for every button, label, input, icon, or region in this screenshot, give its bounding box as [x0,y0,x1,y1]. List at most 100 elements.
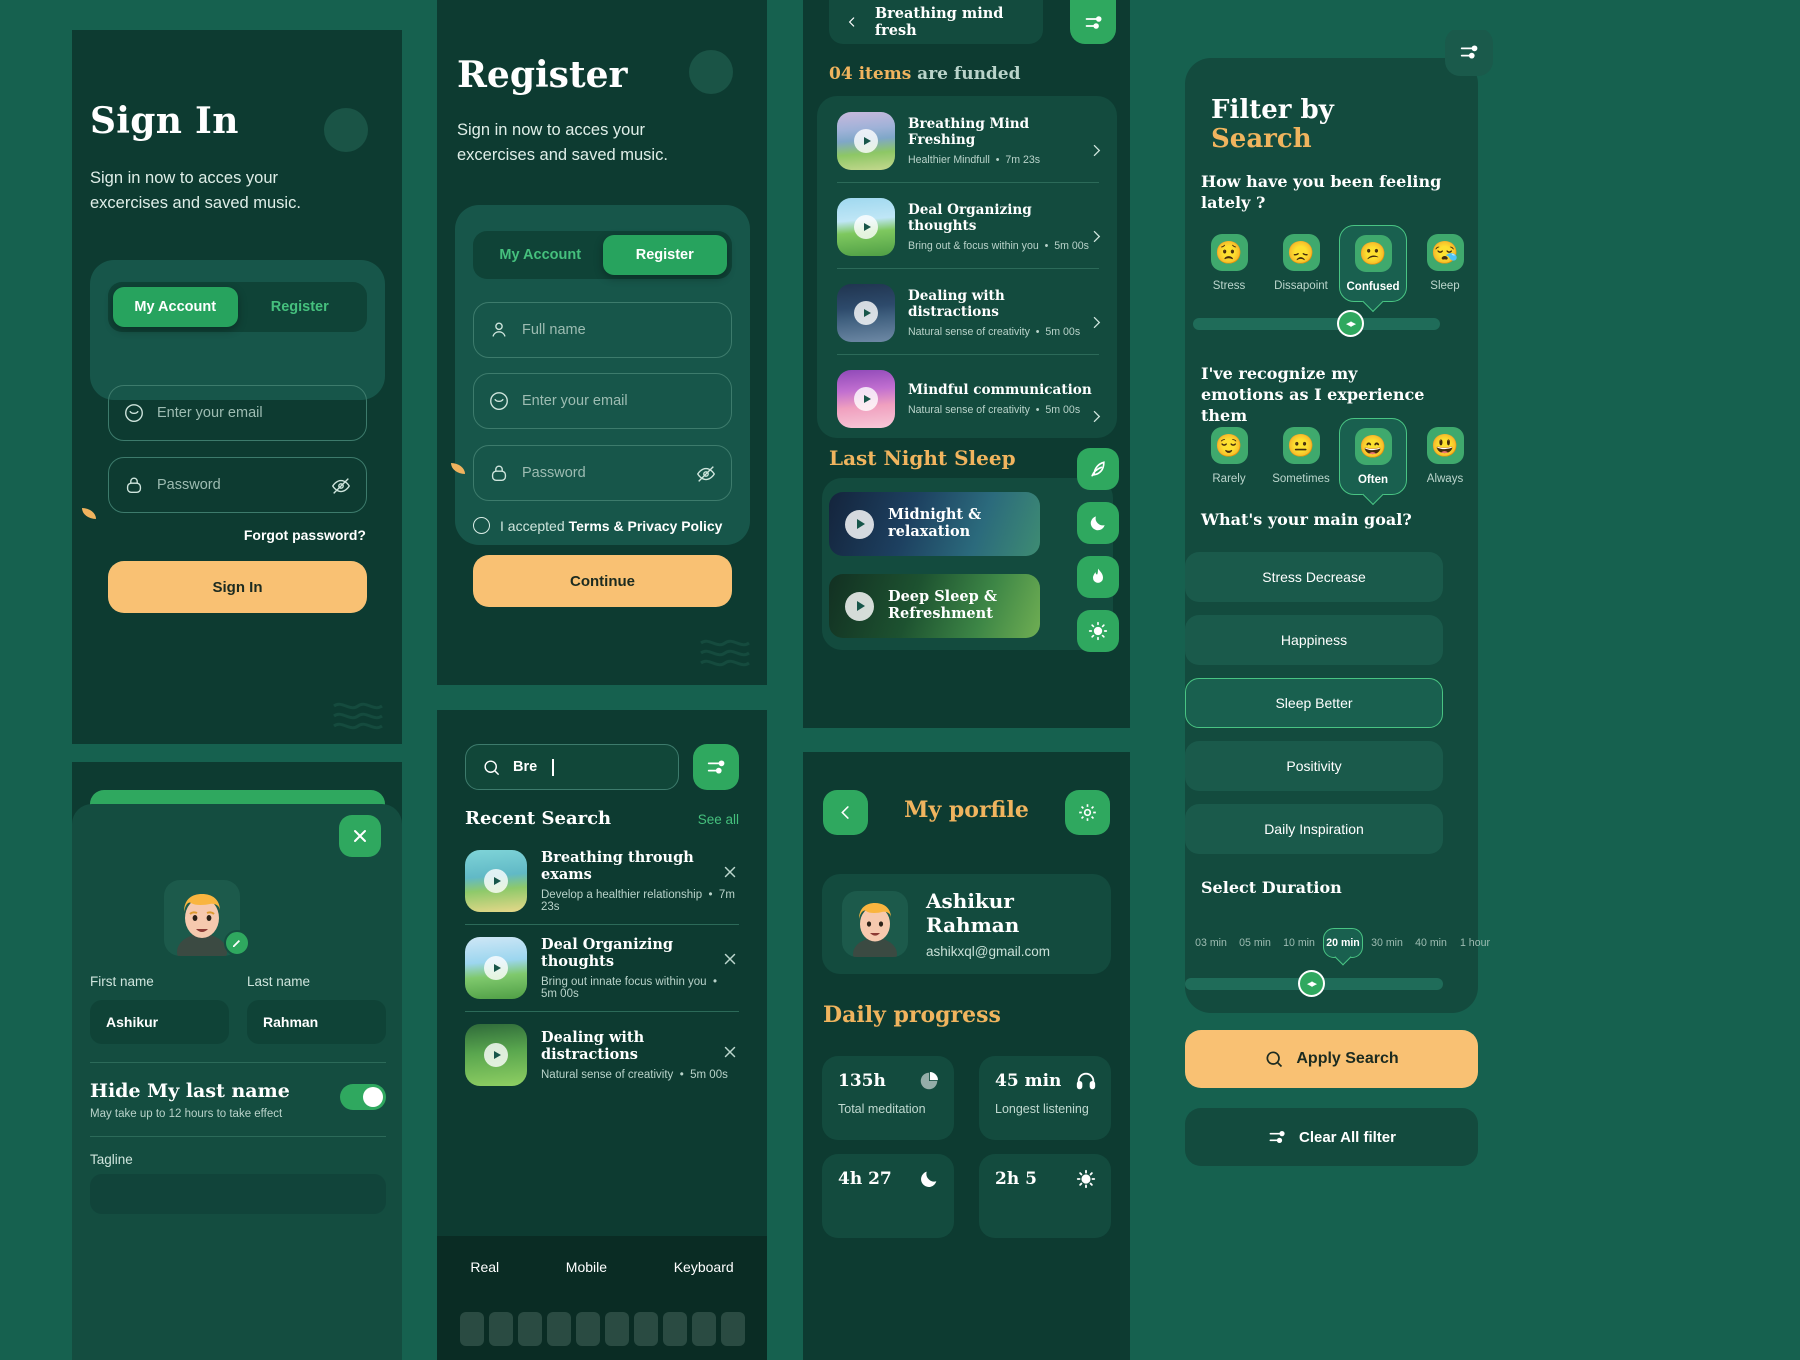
mood-option-stress[interactable]: 😟 Stress [1195,225,1263,302]
terms-link[interactable]: Terms & Privacy Policy [569,518,723,534]
key[interactable] [633,1312,658,1346]
play-icon[interactable] [845,509,874,539]
tab-my-account[interactable]: My Account [478,235,603,275]
suggestion-real[interactable]: Real [470,1259,499,1275]
play-icon[interactable] [854,387,878,411]
stat-card[interactable]: 4h 27 [822,1154,954,1238]
filter-button[interactable] [693,744,739,790]
list-item[interactable]: Deal Organizing thoughts Bring out innat… [465,925,739,1011]
forgot-password-link[interactable]: Forgot password? [244,527,366,543]
hide-lastname-toggle[interactable] [340,1084,386,1110]
leaf-icon[interactable] [1077,448,1119,490]
chevron-right-icon[interactable] [1088,314,1105,331]
fullname-field[interactable]: Full name [473,302,732,358]
list-item[interactable]: Breathing through exams Develop a health… [465,838,739,924]
first-name-input[interactable]: Ashikur [90,1000,229,1044]
tab-my-account[interactable]: My Account [113,287,238,327]
eye-off-icon[interactable] [695,463,717,485]
stat-card[interactable]: 2h 5 [979,1154,1111,1238]
key[interactable] [546,1312,571,1346]
mood-option-sleep[interactable]: 😪 Sleep [1411,225,1479,302]
flame-icon[interactable] [1077,556,1119,598]
search-input[interactable]: Bre [465,744,679,790]
close-icon[interactable] [339,815,381,857]
filter-button[interactable] [1070,0,1116,44]
key[interactable] [691,1312,716,1346]
moon-icon[interactable] [1077,502,1119,544]
key[interactable] [575,1312,600,1346]
tagline-input[interactable] [90,1174,386,1214]
goal-happiness[interactable]: Happiness [1185,615,1443,665]
goal-stress-decrease[interactable]: Stress Decrease [1185,552,1443,602]
key[interactable] [720,1312,745,1346]
duration-40min[interactable]: 40 min [1411,937,1451,949]
remove-icon[interactable] [721,1043,739,1061]
edit-pencil-icon[interactable] [224,930,250,956]
list-item[interactable]: Deal Organizing thoughts Bring out & foc… [837,188,1101,266]
play-icon[interactable] [854,215,878,239]
mood-option-dissapoint[interactable]: 😞 Dissapoint [1267,225,1335,302]
back-bar[interactable]: Breathing mind fresh [829,0,1043,44]
duration-03min[interactable]: 03 min [1191,937,1231,949]
frequency-option-always[interactable]: 😃 Always [1411,418,1479,495]
sliders-button[interactable] [1445,30,1493,76]
key[interactable] [517,1312,542,1346]
frequency-option-sometimes[interactable]: 😐 Sometimes [1267,418,1335,495]
list-item[interactable]: Mindful communication Natural sense of c… [837,360,1101,438]
suggestion-keyboard[interactable]: Keyboard [674,1259,734,1275]
key[interactable] [662,1312,687,1346]
chevron-right-icon[interactable] [1088,408,1105,425]
remove-icon[interactable] [721,950,739,968]
key[interactable] [459,1312,484,1346]
play-icon[interactable] [484,1043,508,1067]
stat-card[interactable]: 135h Total meditation [822,1056,954,1140]
frequency-option-rarely[interactable]: 😌 Rarely [1195,418,1263,495]
terms-checkbox[interactable] [473,517,490,534]
apply-search-button[interactable]: Apply Search [1185,1030,1478,1088]
play-icon[interactable] [484,956,508,980]
goal-positivity[interactable]: Positivity [1185,741,1443,791]
eye-off-icon[interactable] [330,475,352,497]
tab-register[interactable]: Register [238,287,363,327]
last-name-input[interactable]: Rahman [247,1000,386,1044]
email-field[interactable]: Enter your email [473,373,732,429]
list-item[interactable]: Dealing with distractions Natural sense … [837,274,1101,352]
mood-slider-knob[interactable]: ◂▸ [1337,310,1364,337]
keyboard-row[interactable] [445,1312,759,1346]
mood-option-confused[interactable]: 😕 Confused [1339,225,1407,302]
chevron-left-icon[interactable] [845,14,859,30]
terms-row[interactable]: I accepted Terms & Privacy Policy [473,517,722,534]
duration-30min[interactable]: 30 min [1367,937,1407,949]
play-icon[interactable] [484,869,508,893]
duration-20min[interactable]: 20 min [1323,928,1363,958]
sleep-card[interactable]: Midnight & relaxation [829,492,1040,556]
password-field[interactable]: Password [108,457,367,513]
play-icon[interactable] [854,301,878,325]
frequency-option-often[interactable]: 😄 Often [1339,418,1407,495]
remove-icon[interactable] [721,863,739,881]
signin-button[interactable]: Sign In [108,561,367,613]
list-item[interactable]: Dealing with distractions Natural sense … [465,1012,739,1098]
duration-slider-track[interactable]: ◂▸ [1185,970,1443,997]
chevron-right-icon[interactable] [1088,142,1105,159]
play-icon[interactable] [845,591,874,621]
duration-1hour[interactable]: 1 hour [1455,937,1495,949]
duration-10min[interactable]: 10 min [1279,937,1319,949]
key[interactable] [604,1312,629,1346]
email-field[interactable]: Enter your email [108,385,367,441]
clear-all-filter-button[interactable]: Clear All filter [1185,1108,1478,1166]
duration-05min[interactable]: 05 min [1235,937,1275,949]
list-item[interactable]: Breathing Mind Freshing Healthier Mindfu… [837,102,1101,180]
see-all-link[interactable]: See all [698,812,739,827]
settings-button[interactable] [1065,790,1110,835]
chevron-right-icon[interactable] [1088,228,1105,245]
goal-daily-inspiration[interactable]: Daily Inspiration [1185,804,1443,854]
continue-button[interactable]: Continue [473,555,732,607]
play-icon[interactable] [854,129,878,153]
sun-icon[interactable] [1077,610,1119,652]
mood-slider-track[interactable]: ◂▸ [1193,310,1440,337]
password-field[interactable]: Password [473,445,732,501]
goal-sleep-better[interactable]: Sleep Better [1185,678,1443,728]
stat-card[interactable]: 45 min Longest listening [979,1056,1111,1140]
duration-slider-knob[interactable]: ◂▸ [1298,970,1325,997]
